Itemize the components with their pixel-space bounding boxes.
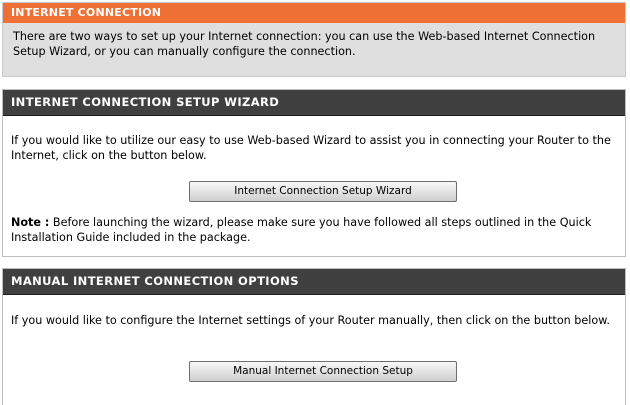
page: INTERNET CONNECTION There are two ways t… [0, 0, 630, 405]
manual-internet-connection-setup-button[interactable]: Manual Internet Connection Setup [189, 361, 457, 382]
internet-connection-section: INTERNET CONNECTION There are two ways t… [2, 2, 626, 77]
setup-wizard-title: INTERNET CONNECTION SETUP WIZARD [3, 90, 625, 116]
note-label: Note : [11, 216, 50, 229]
note-text: Before launching the wizard, please make… [11, 216, 592, 244]
internet-connection-description: There are two ways to set up your Intern… [7, 27, 621, 71]
internet-connection-title: INTERNET CONNECTION [3, 3, 625, 23]
internet-connection-setup-wizard-button[interactable]: Internet Connection Setup Wizard [189, 181, 457, 202]
manual-options-section: MANUAL INTERNET CONNECTION OPTIONS If yo… [2, 268, 626, 405]
setup-wizard-note: Note : Before launching the wizard, plea… [11, 215, 615, 245]
manual-options-description: If you would like to configure the Inter… [11, 314, 610, 327]
setup-wizard-description: If you would like to utilize our easy to… [11, 134, 611, 162]
manual-options-title: MANUAL INTERNET CONNECTION OPTIONS [3, 269, 625, 295]
setup-wizard-section: INTERNET CONNECTION SETUP WIZARD If you … [2, 89, 626, 257]
